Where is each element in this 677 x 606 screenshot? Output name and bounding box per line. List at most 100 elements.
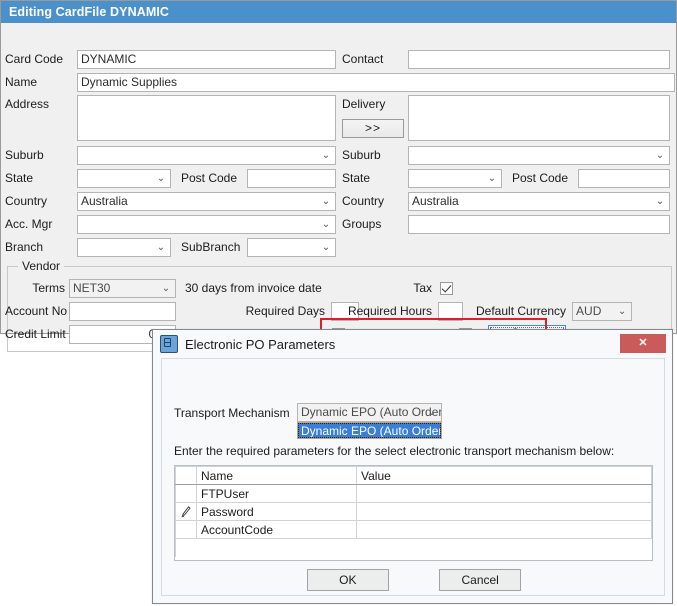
column-header-selector bbox=[175, 466, 197, 485]
delivery-suburb-combo[interactable]: ⌄ bbox=[408, 145, 670, 165]
terms-note: 30 days from invoice date bbox=[185, 281, 322, 295]
column-header-name: Name bbox=[196, 466, 357, 485]
required-hours-input[interactable] bbox=[438, 301, 463, 321]
chevron-down-icon: ⌄ bbox=[156, 172, 166, 184]
account-no-input[interactable] bbox=[69, 301, 176, 321]
required-hours-label: Required Hours bbox=[347, 304, 432, 318]
subbranch-combo[interactable]: ⌄ bbox=[247, 237, 336, 257]
delivery-copy-button[interactable]: >> bbox=[342, 119, 404, 138]
delivery-post-code-input[interactable] bbox=[578, 168, 670, 188]
chevron-down-icon: ⌄ bbox=[321, 218, 331, 230]
row-value-cell[interactable] bbox=[356, 502, 652, 521]
acc-mgr-combo[interactable]: ⌄ bbox=[77, 214, 336, 234]
post-code-input[interactable] bbox=[247, 168, 336, 188]
branch-combo[interactable]: ⌄ bbox=[77, 237, 171, 257]
delivery-state-combo[interactable]: ⌄ bbox=[408, 168, 502, 188]
close-icon[interactable]: ✕ bbox=[620, 334, 666, 353]
address-input[interactable] bbox=[77, 95, 336, 141]
window-title-bar: Editing CardFile DYNAMIC bbox=[1, 1, 676, 23]
electronic-po-parameters-dialog: Electronic PO Parameters ✕ Transport Mec… bbox=[152, 329, 673, 604]
window-title: Editing CardFile DYNAMIC bbox=[9, 5, 170, 19]
table-row[interactable]: Password bbox=[175, 502, 652, 521]
dropdown-option-dynamic-epo[interactable]: Dynamic EPO (Auto Order) bbox=[298, 423, 441, 438]
delivery-state-label: State bbox=[342, 171, 371, 185]
table-head: Name Value bbox=[175, 466, 652, 485]
default-currency-label: Default Currency bbox=[476, 304, 567, 318]
table-row[interactable]: FTPUser bbox=[175, 484, 652, 503]
electronic-po-icon bbox=[160, 335, 178, 353]
row-value-cell[interactable] bbox=[356, 484, 652, 503]
delivery-address-input[interactable] bbox=[408, 95, 670, 141]
table-header-row: Name Value bbox=[175, 466, 652, 485]
row-selector-cell[interactable] bbox=[175, 502, 197, 521]
row-name-cell[interactable]: Password bbox=[196, 502, 357, 521]
branch-label: Branch bbox=[5, 240, 44, 254]
transport-mechanism-combo[interactable]: Dynamic EPO (Auto Order ⌄ bbox=[297, 403, 442, 422]
groups-input[interactable] bbox=[408, 214, 670, 234]
parameters-grid[interactable]: Name Value FTPUser Password AccountCode bbox=[174, 465, 653, 561]
row-selector-cell[interactable] bbox=[175, 484, 197, 503]
column-header-value: Value bbox=[356, 466, 652, 485]
field-row-acc-mgr: Acc. Mgr ⌄ bbox=[5, 214, 336, 234]
chevron-down-icon: ⌄ bbox=[156, 241, 166, 253]
field-row-contact: Contact bbox=[342, 49, 670, 69]
name-input[interactable]: Dynamic Supplies bbox=[77, 72, 675, 92]
tax-checkbox[interactable] bbox=[440, 281, 453, 295]
chevron-down-icon: ⌄ bbox=[617, 305, 627, 317]
chevron-down-icon: ⌄ bbox=[321, 241, 331, 253]
default-currency-combo-value: AUD bbox=[576, 303, 602, 318]
field-row-card-code: Card Code DYNAMIC bbox=[5, 49, 336, 69]
field-row-name: Name Dynamic Supplies bbox=[5, 72, 675, 92]
field-row-state: State ⌄ Post Code bbox=[5, 168, 336, 188]
contact-input[interactable] bbox=[408, 49, 670, 69]
row-value-cell-empty bbox=[357, 539, 652, 557]
cancel-button[interactable]: Cancel bbox=[439, 569, 522, 591]
default-currency-combo[interactable]: AUD ⌄ bbox=[572, 301, 633, 321]
delivery-country-label: Country bbox=[342, 194, 385, 208]
chevron-down-icon: ⌄ bbox=[655, 195, 665, 207]
table-row[interactable]: AccountCode bbox=[175, 520, 652, 539]
terms-combo[interactable]: NET30 ⌄ bbox=[69, 278, 176, 298]
suburb-label: Suburb bbox=[5, 148, 44, 162]
table-body: FTPUser Password AccountCode bbox=[175, 484, 652, 557]
chevron-down-icon: ⌄ bbox=[427, 407, 437, 418]
ok-button[interactable]: OK bbox=[306, 569, 389, 591]
subbranch-label: SubBranch bbox=[181, 240, 241, 254]
delivery-country-combo[interactable]: Australia ⌄ bbox=[408, 191, 670, 211]
row-selector-cell[interactable] bbox=[175, 520, 197, 539]
name-label: Name bbox=[5, 75, 38, 89]
field-row-branch: Branch ⌄ SubBranch ⌄ bbox=[5, 237, 336, 257]
delivery-country-combo-value: Australia bbox=[412, 193, 459, 208]
parameters-instruction: Enter the required parameters for the se… bbox=[174, 444, 615, 458]
country-combo[interactable]: Australia ⌄ bbox=[77, 191, 336, 211]
field-row-delivery-country: Country Australia ⌄ bbox=[342, 191, 670, 211]
delivery-suburb-label: Suburb bbox=[342, 148, 381, 162]
transport-mechanism-combo-value: Dynamic EPO (Auto Order bbox=[301, 405, 442, 419]
card-code-input[interactable]: DYNAMIC bbox=[77, 49, 336, 69]
credit-limit-label: Credit Limit bbox=[5, 327, 66, 341]
editing-cardfile-window: Editing CardFile DYNAMIC Card Code DYNAM… bbox=[0, 0, 677, 352]
dialog-title: Electronic PO Parameters bbox=[185, 336, 336, 352]
field-row-address: Address bbox=[5, 95, 336, 143]
chevron-down-icon: ⌄ bbox=[487, 172, 497, 184]
row-name-cell[interactable]: AccountCode bbox=[196, 520, 357, 539]
dialog-title-bar: Electronic PO Parameters ✕ bbox=[153, 330, 672, 358]
dialog-body: Transport Mechanism Dynamic EPO (Auto Or… bbox=[161, 358, 665, 596]
row-name-cell[interactable]: FTPUser bbox=[196, 484, 357, 503]
transport-mechanism-dropdown-list[interactable]: Dynamic EPO (Auto Order) bbox=[297, 422, 442, 439]
transport-mechanism-label: Transport Mechanism bbox=[174, 406, 290, 420]
suburb-combo[interactable]: ⌄ bbox=[77, 145, 336, 165]
field-row-terms: Terms NET30 ⌄ 30 days from invoice date bbox=[5, 278, 322, 298]
state-label: State bbox=[5, 171, 34, 185]
acc-mgr-label: Acc. Mgr bbox=[5, 217, 53, 231]
state-combo[interactable]: ⌄ bbox=[77, 168, 171, 188]
address-label: Address bbox=[5, 97, 50, 111]
vendor-groupbox-title: Vendor bbox=[18, 259, 65, 273]
row-value-cell[interactable] bbox=[356, 520, 652, 539]
row-name-cell-empty bbox=[197, 539, 357, 557]
chevron-down-icon: ⌄ bbox=[655, 149, 665, 161]
account-no-label: Account No bbox=[5, 304, 68, 318]
field-row-account-no: Account No Required Days bbox=[5, 301, 359, 321]
table-row-empty bbox=[175, 538, 652, 557]
terms-label: Terms bbox=[32, 281, 65, 295]
